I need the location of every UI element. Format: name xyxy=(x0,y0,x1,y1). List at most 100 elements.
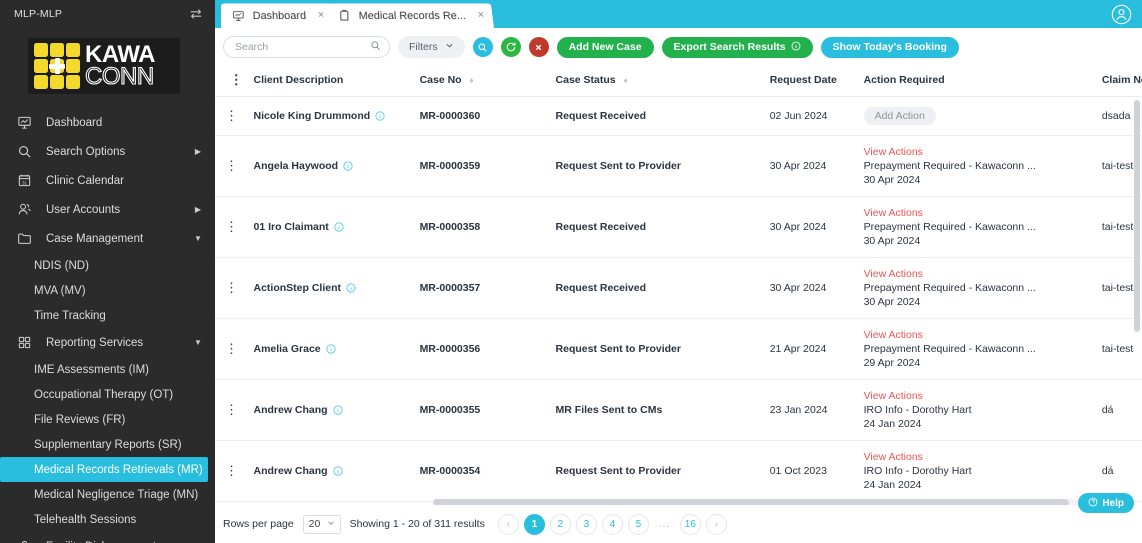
sort-icon[interactable]: ♦ xyxy=(470,76,474,85)
row-menu-icon[interactable]: ⋮ xyxy=(225,109,238,122)
row-menu-icon[interactable]: ⋮ xyxy=(225,159,238,172)
tab-medical-records-retrievals[interactable]: Medical Records Re... × xyxy=(327,3,494,28)
pagination-page-5[interactable]: 5 xyxy=(627,513,649,535)
sidebar-item-case-management[interactable]: Case Management ▼ xyxy=(0,224,215,253)
sidebar-item-dashboard[interactable]: Dashboard xyxy=(0,108,215,137)
rows-per-page-select[interactable]: 20 xyxy=(302,514,341,534)
sidebar-item-facility-disbursement[interactable]: Facility Disbursement ▼ xyxy=(0,532,215,543)
export-search-results-button[interactable]: Export Search Results xyxy=(661,36,813,58)
close-icon[interactable]: × xyxy=(477,9,485,21)
rows-per-page-label: Rows per page xyxy=(223,518,294,530)
pagination-prev[interactable]: ‹ xyxy=(497,513,519,535)
filters-dropdown[interactable]: Filters xyxy=(398,36,465,58)
help-button[interactable]: Help xyxy=(1078,493,1134,513)
sidebar-item-medical-records-retrievals[interactable]: Medical Records Retrievals (MR) xyxy=(0,457,208,482)
table-row[interactable]: ⋮ 01 Iro Claimant MR-0000358 Request Rec… xyxy=(215,196,1142,258)
table-row[interactable]: ⋮ Nicole King Drummond MR-0000360 Reques… xyxy=(215,96,1142,136)
sidebar-item-reporting-services[interactable]: Reporting Services ▼ xyxy=(0,328,215,357)
request-date-cell: 23 Jan 2024 xyxy=(769,379,864,441)
row-menu-cell[interactable]: ⋮ xyxy=(215,440,254,502)
action-required-cell: Add Action xyxy=(863,96,1102,136)
row-menu-cell[interactable]: ⋮ xyxy=(215,96,254,136)
info-icon[interactable] xyxy=(343,161,353,171)
sidebar-item-occupational-therapy[interactable]: Occupational Therapy (OT) xyxy=(0,382,215,407)
client-name: Andrew Chang xyxy=(253,465,328,477)
show-todays-booking-button[interactable]: Show Today's Booking xyxy=(820,36,959,58)
vertical-scrollbar-thumb[interactable] xyxy=(1134,100,1140,332)
table-row[interactable]: ⋮ Andrew Chang MR-0000355 MR Files Sent … xyxy=(215,379,1142,441)
col-request-date[interactable]: Request Date xyxy=(769,66,864,97)
table-row[interactable]: ⋮ Amelia Grace MR-0000356 Request Sent t… xyxy=(215,318,1142,380)
sidebar-item-medical-negligence-triage[interactable]: Medical Negligence Triage (MN) xyxy=(0,482,215,507)
sidebar-item-search-options[interactable]: Search Options ▶ xyxy=(0,137,215,166)
row-menu-icon[interactable]: ⋮ xyxy=(225,403,238,416)
row-menu-icon[interactable]: ⋮ xyxy=(225,342,238,355)
case-status: Request Received xyxy=(555,221,646,233)
pagination-page-3[interactable]: 3 xyxy=(575,513,597,535)
view-actions-link[interactable]: View Actions xyxy=(864,390,1096,402)
col-client-description[interactable]: Client Description xyxy=(253,66,420,97)
search-button[interactable] xyxy=(472,37,493,57)
view-actions-link[interactable]: View Actions xyxy=(864,329,1096,341)
tabs: Dashboard × Medical Records Re... × xyxy=(215,0,494,28)
sort-icon[interactable]: ♦ xyxy=(624,76,628,85)
sidebar-item-telehealth-sessions[interactable]: Telehealth Sessions xyxy=(0,507,215,532)
add-action-button[interactable]: Add Action xyxy=(863,107,936,125)
row-menu-icon[interactable]: ⋮ xyxy=(225,464,238,477)
close-icon[interactable]: × xyxy=(317,9,324,21)
info-icon[interactable] xyxy=(375,111,385,121)
header-kebab-icon[interactable]: ⋮ xyxy=(225,73,248,86)
sidebar-item-file-reviews[interactable]: File Reviews (FR) xyxy=(0,407,215,432)
pagination-ellipsis[interactable]: ... xyxy=(653,513,675,535)
row-menu-cell[interactable]: ⋮ xyxy=(215,135,254,197)
row-menu-cell[interactable]: ⋮ xyxy=(215,196,254,258)
col-claim-no[interactable]: Claim No xyxy=(1101,66,1142,97)
row-menu-icon[interactable]: ⋮ xyxy=(225,281,238,294)
clear-search-button[interactable] xyxy=(528,37,549,57)
row-menu-cell[interactable]: ⋮ xyxy=(215,501,254,503)
sidebar-item-ndis[interactable]: NDIS (ND) xyxy=(0,253,215,278)
sidebar-item-time-tracking[interactable]: Time Tracking xyxy=(0,303,215,328)
table-row[interactable]: ⋮ ActionStep Client MR-0000357 Request R… xyxy=(215,257,1142,319)
sidebar-item-user-accounts[interactable]: User Accounts ▶ xyxy=(0,195,215,224)
row-menu-cell[interactable]: ⋮ xyxy=(215,257,254,319)
table-row[interactable]: ⋮ Andrew Chang MR-0000354 Request Sent t… xyxy=(215,440,1142,502)
col-case-status[interactable]: Case Status ♦ xyxy=(555,66,770,97)
view-actions-link[interactable]: View Actions xyxy=(864,207,1096,219)
row-menu-icon[interactable]: ⋮ xyxy=(225,220,238,233)
user-avatar-icon[interactable] xyxy=(1111,4,1132,25)
col-action-required[interactable]: Action Required xyxy=(863,66,1102,97)
col-label: Request Date xyxy=(769,74,837,86)
add-new-case-button[interactable]: Add New Case xyxy=(556,36,654,58)
refresh-button[interactable] xyxy=(500,37,521,57)
pagination-next[interactable]: › xyxy=(705,513,727,535)
view-actions-link[interactable]: View Actions xyxy=(864,146,1096,158)
info-icon[interactable] xyxy=(326,344,336,354)
tab-label: Medical Records Re... xyxy=(358,9,467,22)
table-row[interactable]: ⋮ Angela Haywood MR-0000359 Request Sent… xyxy=(215,135,1142,197)
info-icon[interactable] xyxy=(346,283,356,293)
collapse-sidebar-icon[interactable] xyxy=(189,7,203,21)
sidebar-item-clinic-calendar[interactable]: 31 Clinic Calendar xyxy=(0,166,215,195)
sidebar-item-ime-assessments[interactable]: IME Assessments (IM) xyxy=(0,357,215,382)
search-input[interactable] xyxy=(235,41,370,53)
pagination-page-2[interactable]: 2 xyxy=(549,513,571,535)
info-icon[interactable] xyxy=(334,222,344,232)
row-menu-cell[interactable]: ⋮ xyxy=(215,379,254,441)
search-field[interactable] xyxy=(223,36,390,58)
sidebar-item-mva[interactable]: MVA (MV) xyxy=(0,278,215,303)
view-actions-link[interactable]: View Actions xyxy=(864,268,1096,280)
tab-dashboard[interactable]: Dashboard × xyxy=(221,3,334,28)
case-status: Request Sent to Provider xyxy=(555,465,681,477)
view-actions-link[interactable]: View Actions xyxy=(864,451,1096,463)
users-icon xyxy=(14,201,34,219)
pagination-page-16[interactable]: 16 xyxy=(679,513,701,535)
app-root: MLP-MLP KAWA CONN Dashboard Search Optio… xyxy=(0,0,1142,543)
col-case-no[interactable]: Case No ♦ xyxy=(419,66,556,97)
pagination-page-4[interactable]: 4 xyxy=(601,513,623,535)
row-menu-cell[interactable]: ⋮ xyxy=(215,318,254,380)
sidebar-item-supplementary-reports[interactable]: Supplementary Reports (SR) xyxy=(0,432,215,457)
info-icon[interactable] xyxy=(333,405,343,415)
pagination-page-1[interactable]: 1 xyxy=(523,513,545,535)
info-icon[interactable] xyxy=(333,466,343,476)
